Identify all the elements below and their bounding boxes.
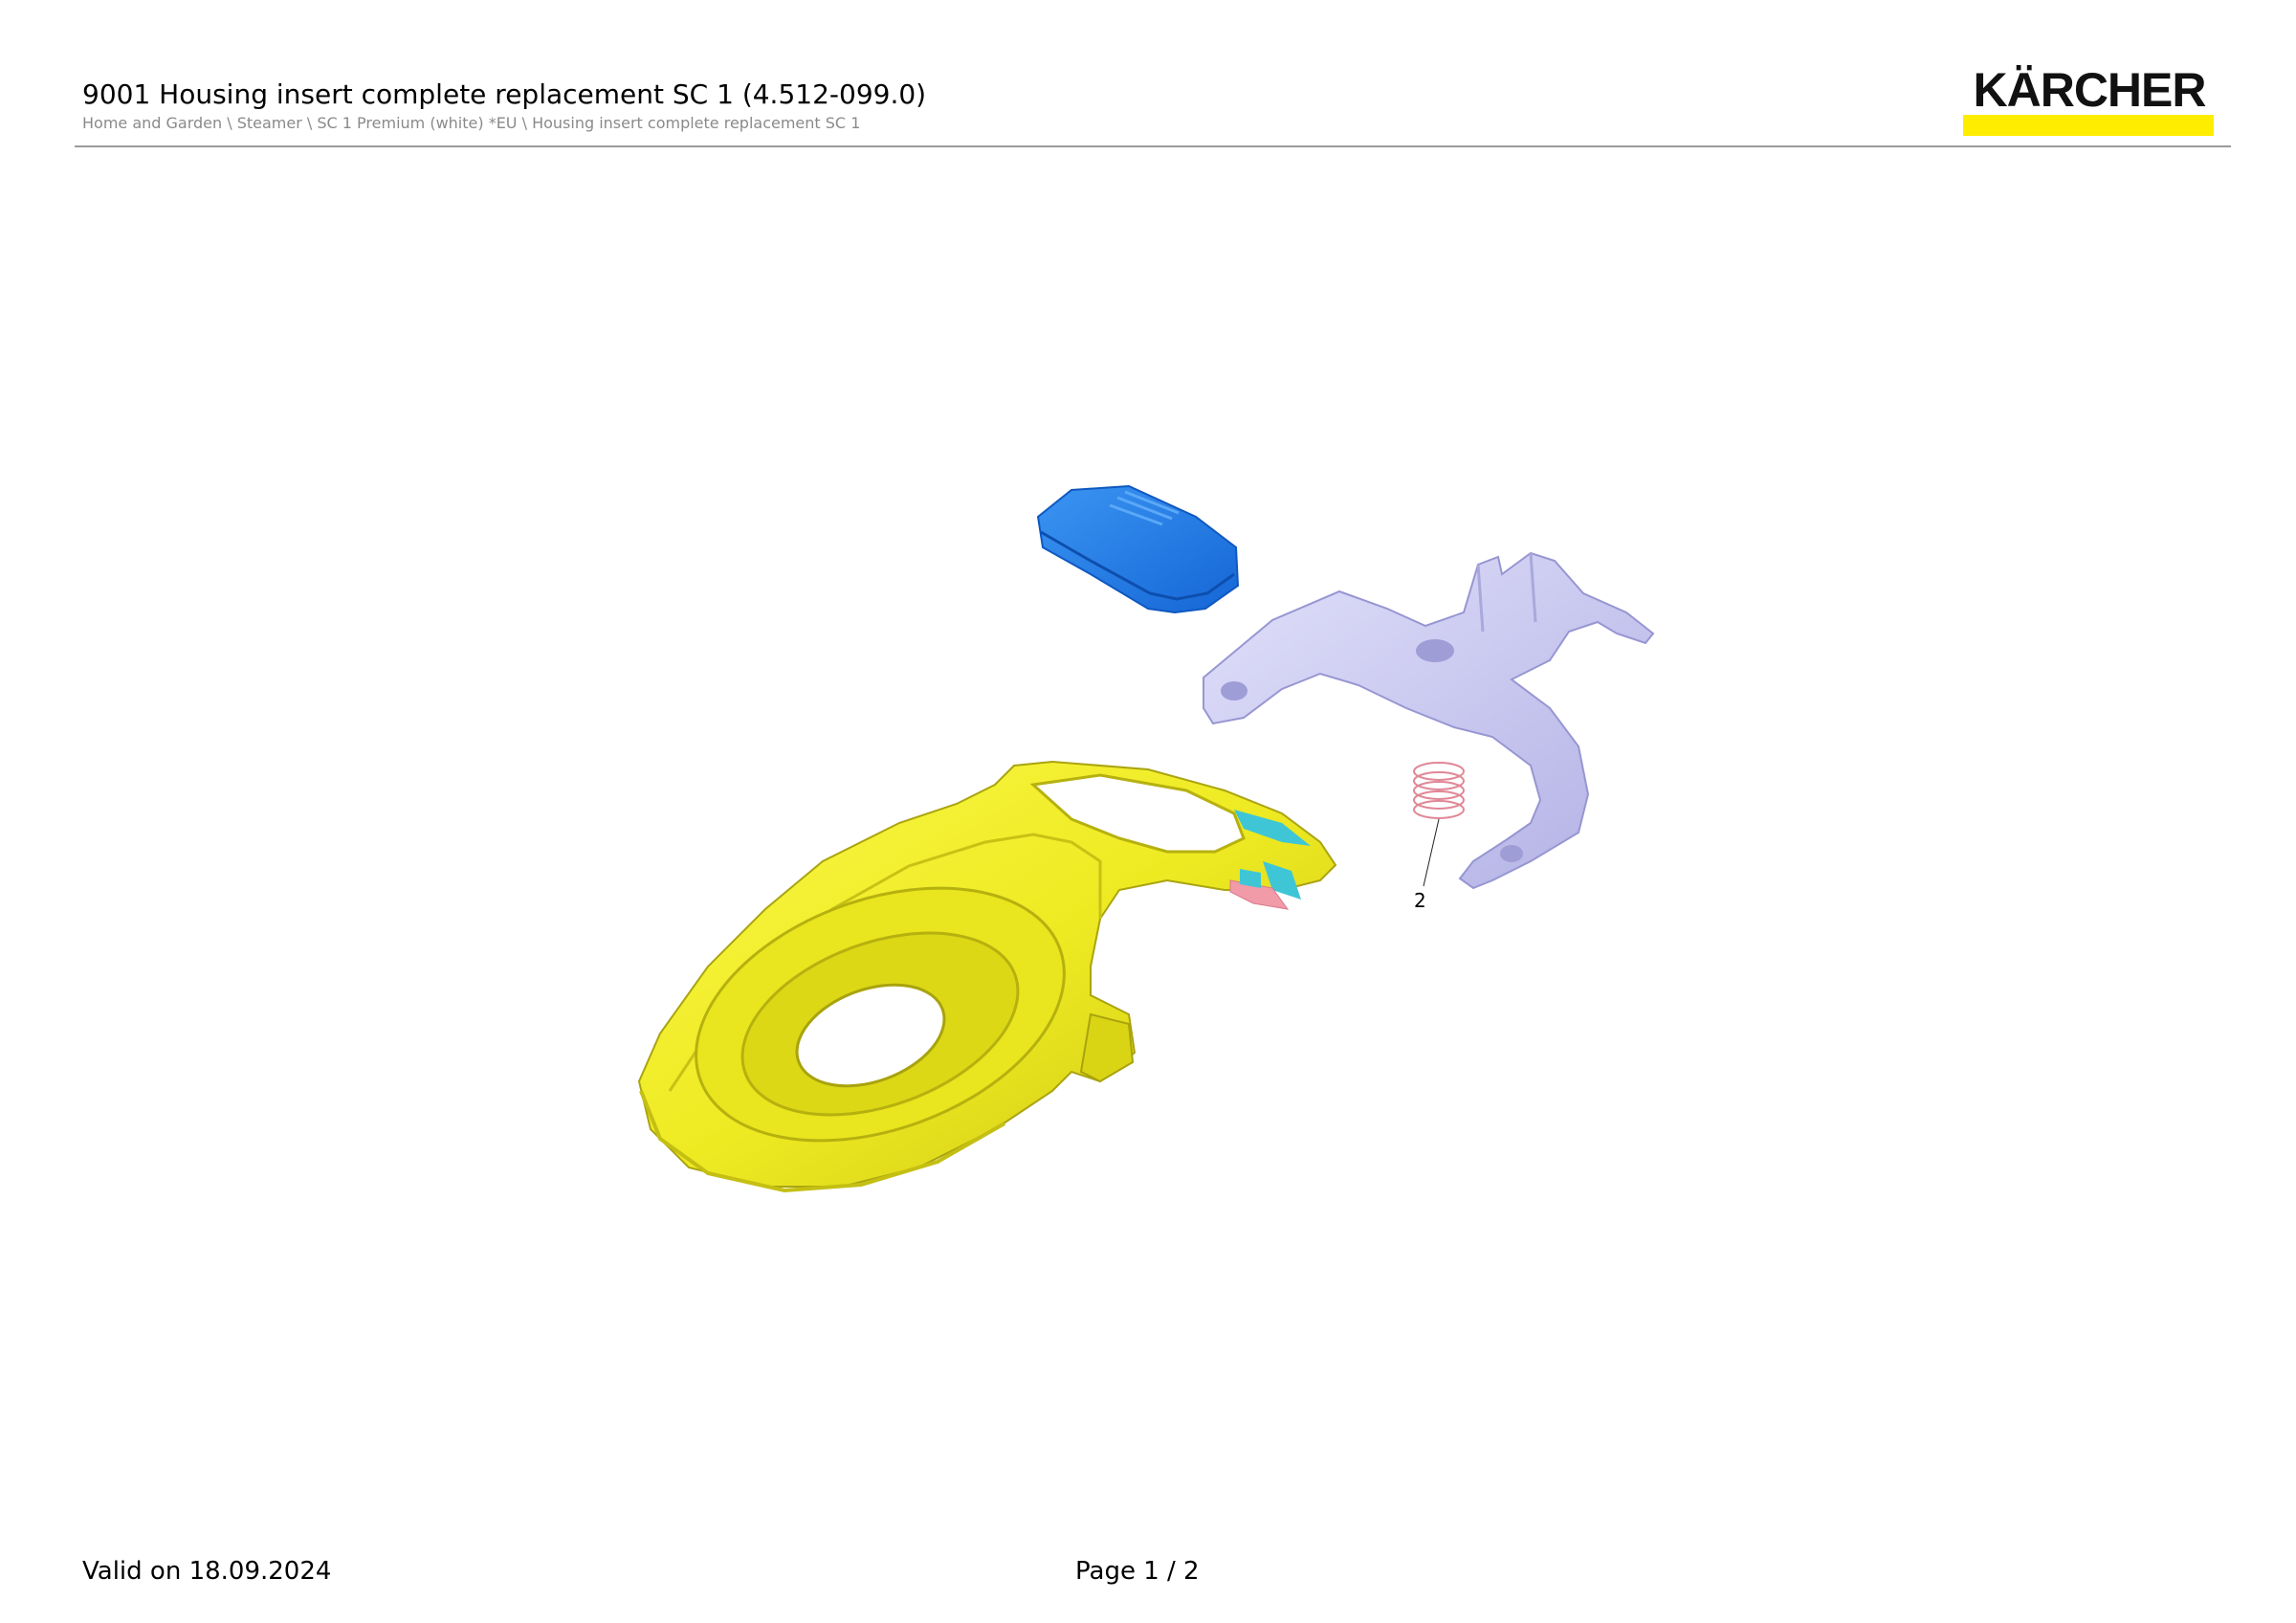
callout-2: 2 bbox=[1414, 818, 1440, 912]
valid-date: Valid on 18.09.2024 bbox=[82, 1557, 332, 1586]
housing-insert-part bbox=[637, 760, 1337, 1193]
callout-number: 2 bbox=[1414, 889, 1426, 912]
spring-part bbox=[1413, 762, 1465, 819]
button-cap-part bbox=[1036, 484, 1240, 614]
page-indicator: Page 1 / 2 bbox=[1075, 1557, 1200, 1586]
exploded-view-drawing: 2 bbox=[637, 484, 1655, 1193]
